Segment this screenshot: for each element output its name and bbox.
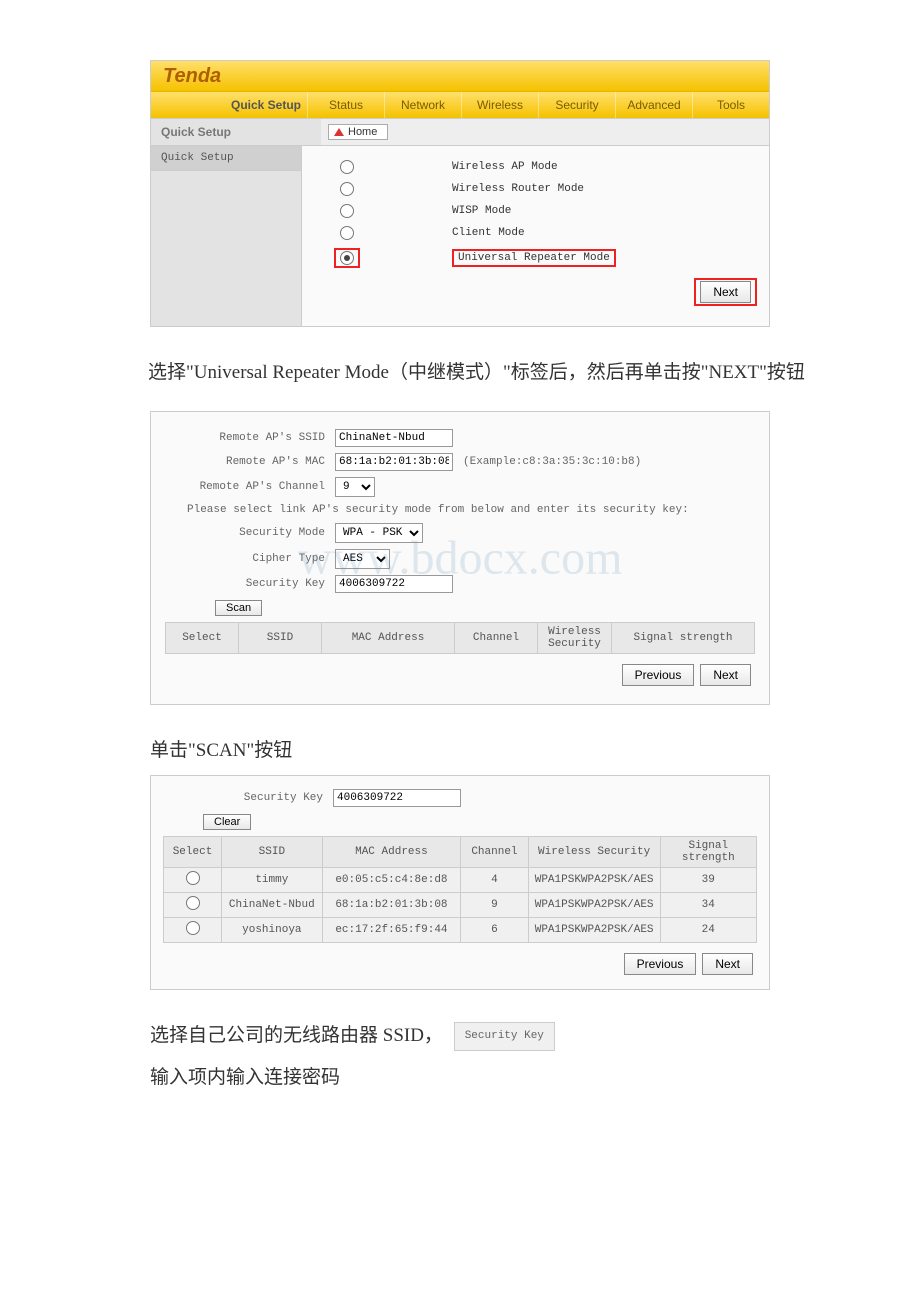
th-wsec: Wireless Security — [538, 623, 612, 654]
clear-button[interactable]: Clear — [203, 814, 251, 830]
ap-config-panel: www.bdocx.com Remote AP's SSID Remote AP… — [150, 411, 770, 705]
instruction-text-3-prefix: 选择自己公司的无线路由器 SSID， — [150, 1025, 443, 1046]
next-button[interactable]: Next — [700, 664, 751, 686]
top-tabs: Quick Setup Status Network Wireless Secu… — [151, 91, 769, 118]
select-row-1[interactable] — [186, 896, 200, 910]
subheader: Quick Setup Home — [151, 118, 769, 146]
side-title: Quick Setup — [151, 119, 321, 145]
cell-ssid: timmy — [222, 868, 323, 893]
sidebar: Quick Setup — [151, 146, 302, 326]
label-security-key-2: Security Key — [163, 792, 333, 804]
cell-mac: 68:1a:b2:01:3b:08 — [322, 893, 460, 918]
th-select: Select — [166, 623, 239, 654]
table-row: ChinaNet-Nbud 68:1a:b2:01:3b:08 9 WPA1PS… — [164, 893, 757, 918]
next-button[interactable]: Next — [702, 953, 753, 975]
cell-channel: 4 — [461, 868, 529, 893]
label-remote-channel: Remote AP's Channel — [165, 481, 335, 493]
cell-signal: 39 — [660, 868, 756, 893]
th-signal: Signal strength — [660, 837, 756, 868]
label-router-mode: Wireless Router Mode — [392, 183, 769, 195]
select-row-0[interactable] — [186, 871, 200, 885]
radio-wisp-mode[interactable] — [340, 204, 354, 218]
th-mac: MAC Address — [322, 623, 455, 654]
radio-router-mode[interactable] — [340, 182, 354, 196]
tab-status[interactable]: Status — [307, 92, 384, 118]
previous-button[interactable]: Previous — [624, 953, 697, 975]
th-ssid: SSID — [222, 837, 323, 868]
cell-mac: ec:17:2f:65:f9:44 — [322, 918, 460, 943]
scan-results-table: Select SSID MAC Address Channel Wireless… — [163, 836, 757, 943]
sidebar-item-quick-setup[interactable]: Quick Setup — [151, 146, 301, 171]
previous-button[interactable]: Previous — [622, 664, 695, 686]
next-button[interactable]: Next — [700, 281, 751, 303]
scan-results-table-empty: Select SSID MAC Address Channel Wireless… — [165, 622, 755, 654]
cell-sec: WPA1PSKWPA2PSK/AES — [528, 868, 660, 893]
select-row-2[interactable] — [186, 921, 200, 935]
instruction-text-2: 单击"SCAN"按钮 — [150, 733, 770, 769]
input-remote-ssid[interactable] — [335, 429, 453, 447]
tab-tools[interactable]: Tools — [692, 92, 769, 118]
label-repeater-mode: Universal Repeater Mode — [452, 249, 616, 267]
th-channel: Channel — [461, 837, 529, 868]
brand-logo-text: Tenda — [163, 65, 221, 88]
table-row: timmy e0:05:c5:c4:8e:d8 4 WPA1PSKWPA2PSK… — [164, 868, 757, 893]
tab-network[interactable]: Network — [384, 92, 461, 118]
label-remote-ssid: Remote AP's SSID — [165, 432, 335, 444]
quick-setup-label: Quick Setup — [151, 92, 307, 118]
security-note: Please select link AP's security mode fr… — [165, 500, 755, 520]
th-channel: Channel — [455, 623, 538, 654]
label-security-key: Security Key — [165, 578, 335, 590]
radio-repeater-mode[interactable] — [340, 251, 354, 265]
tab-security[interactable]: Security — [538, 92, 615, 118]
cell-ssid: ChinaNet-Nbud — [222, 893, 323, 918]
home-icon — [334, 128, 344, 136]
select-security-mode[interactable]: WPA - PSK — [335, 523, 423, 543]
label-wisp-mode: WISP Mode — [392, 205, 769, 217]
label-ap-mode: Wireless AP Mode — [392, 161, 769, 173]
instruction-text-3: 选择自己公司的无线路由器 SSID， Security Key — [150, 1018, 770, 1054]
cell-signal: 34 — [660, 893, 756, 918]
security-key-badge: Security Key — [454, 1022, 555, 1051]
label-security-mode: Security Mode — [165, 527, 335, 539]
main-content: Wireless AP Mode Wireless Router Mode WI… — [302, 146, 769, 326]
scan-results-panel: Security Key Clear Select SSID MAC Addre… — [150, 775, 770, 990]
cell-mac: e0:05:c5:c4:8e:d8 — [322, 868, 460, 893]
scan-button[interactable]: Scan — [215, 600, 262, 616]
input-security-key-2[interactable] — [333, 789, 461, 807]
th-wsec: Wireless Security — [528, 837, 660, 868]
cell-ssid: yoshinoya — [222, 918, 323, 943]
label-remote-mac: Remote AP's MAC — [165, 456, 335, 468]
mac-example: (Example:c8:3a:35:3c:10:b8) — [463, 456, 641, 468]
input-security-key[interactable] — [335, 575, 453, 593]
radio-client-mode[interactable] — [340, 226, 354, 240]
router-admin-panel: Tenda Quick Setup Status Network Wireles… — [150, 60, 770, 327]
select-remote-channel[interactable]: 9 — [335, 477, 375, 497]
th-mac: MAC Address — [322, 837, 460, 868]
label-client-mode: Client Mode — [392, 227, 769, 239]
table-row: yoshinoya ec:17:2f:65:f9:44 6 WPA1PSKWPA… — [164, 918, 757, 943]
select-cipher-type[interactable]: AES — [335, 549, 390, 569]
cell-channel: 6 — [461, 918, 529, 943]
brand-header: Tenda — [151, 61, 769, 91]
th-ssid: SSID — [239, 623, 322, 654]
radio-ap-mode[interactable] — [340, 160, 354, 174]
instruction-text-1: 选择"Universal Repeater Mode（中继模式）"标签后，然后再… — [110, 355, 810, 391]
cell-channel: 9 — [461, 893, 529, 918]
cell-signal: 24 — [660, 918, 756, 943]
th-signal: Signal strength — [612, 623, 755, 654]
input-remote-mac[interactable] — [335, 453, 453, 471]
label-cipher-type: Cipher Type — [165, 553, 335, 565]
cell-sec: WPA1PSKWPA2PSK/AES — [528, 893, 660, 918]
th-select: Select — [164, 837, 222, 868]
tab-advanced[interactable]: Advanced — [615, 92, 692, 118]
home-button[interactable]: Home — [328, 124, 388, 140]
instruction-text-4: 输入项内输入连接密码 — [150, 1060, 770, 1096]
tab-wireless[interactable]: Wireless — [461, 92, 538, 118]
cell-sec: WPA1PSKWPA2PSK/AES — [528, 918, 660, 943]
home-label: Home — [348, 126, 377, 138]
